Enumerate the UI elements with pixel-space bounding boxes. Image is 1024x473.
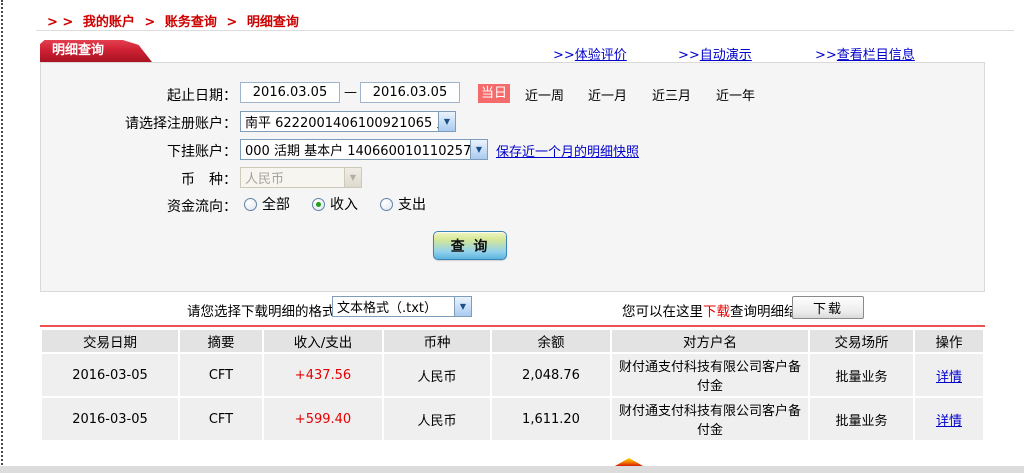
cell-counterparty: 财付通支付科技有限公司客户备付金 [612, 398, 808, 440]
radio-checked-icon[interactable] [312, 198, 325, 211]
radio-flow-expense[interactable]: 支出 [380, 194, 426, 214]
breadcrumb: > > 我的账户 > 账务查询 > 明细查询 [42, 11, 299, 30]
breadcrumb-item-account-query[interactable]: 账务查询 [165, 15, 217, 30]
quick-range-quarter[interactable]: 近三月 [652, 85, 691, 104]
link-prefix: >> [678, 48, 700, 63]
cell-amount: +437.56 [264, 354, 382, 396]
cell-currency: 人民币 [384, 354, 490, 396]
date-range-label: 起止日期： [40, 85, 237, 105]
detail-link[interactable]: 详情 [936, 370, 962, 385]
link-experience-rating[interactable]: >>体验评价 [553, 44, 627, 63]
download-hint: 您可以在这里下载查询明细结果 [622, 300, 811, 320]
date-range-dash: — [344, 85, 357, 100]
header-date: 交易日期 [42, 330, 178, 352]
radio-flow-all[interactable]: 全部 [244, 194, 290, 214]
sub-account-value: 000 活期 基本户 1406600101102571848 [241, 140, 470, 159]
cell-amount: +599.40 [264, 398, 382, 440]
quick-range-week[interactable]: 近一周 [525, 85, 564, 104]
download-format-label: 请您选择下载明细的格式 [187, 300, 336, 320]
chevron-down-icon[interactable]: ▼ [470, 140, 487, 159]
header-counterparty: 对方户名 [612, 330, 808, 352]
date-from-input[interactable] [240, 82, 340, 103]
registered-account-select[interactable]: 南平 6222001406100921065 灵通卡 ▼ [240, 111, 456, 132]
bottom-bar [0, 466, 1024, 473]
detail-query-page: > > 我的账户 > 账务查询 > 明细查询 明细查询 >>体验评价 >>自动演… [0, 0, 1024, 473]
cell-action: 详情 [915, 354, 983, 396]
download-format-select[interactable]: 文本格式（.txt） ▼ [332, 296, 472, 317]
sub-account-select[interactable]: 000 活期 基本户 1406600101102571848 ▼ [240, 139, 488, 160]
table-header-row: 交易日期 摘要 收入/支出 币种 余额 对方户名 交易场所 操作 [42, 330, 983, 352]
link-label[interactable]: 自动演示 [700, 48, 752, 63]
chevron-down-icon: ▼ [344, 168, 361, 187]
fund-flow-radio-group: 全部 收入 支出 [244, 194, 426, 214]
link-prefix: >> [553, 48, 575, 63]
cell-balance: 2,048.76 [492, 354, 610, 396]
cell-action: 详情 [915, 398, 983, 440]
cell-currency: 人民币 [384, 398, 490, 440]
header-currency: 币种 [384, 330, 490, 352]
download-button[interactable]: 下载 [792, 296, 864, 319]
quick-range-today[interactable]: 当日 [478, 84, 510, 103]
header-venue: 交易场所 [810, 330, 913, 352]
breadcrumb-item-my-account[interactable]: 我的账户 [83, 15, 135, 30]
radio-icon[interactable] [244, 198, 257, 211]
breadcrumb-separator: > [144, 15, 155, 30]
radio-flow-income[interactable]: 收入 [312, 194, 358, 214]
link-auto-demo[interactable]: >>自动演示 [678, 44, 752, 63]
breadcrumb-divider [36, 30, 1014, 31]
download-inline-link[interactable]: 下载 [703, 304, 730, 320]
breadcrumb-item-detail-query[interactable]: 明细查询 [247, 15, 299, 30]
cell-counterparty: 财付通支付科技有限公司客户备付金 [612, 354, 808, 396]
table-row: 2016-03-05 CFT +437.56 人民币 2,048.76 财付通支… [42, 354, 983, 396]
header-balance: 余额 [492, 330, 610, 352]
quick-range-month[interactable]: 近一月 [588, 85, 627, 104]
cell-summary: CFT [180, 398, 262, 440]
chevron-down-icon[interactable]: ▼ [454, 297, 471, 316]
link-label[interactable]: 体验评价 [575, 48, 627, 63]
date-to-input[interactable] [360, 82, 460, 103]
table-row: 2016-03-05 CFT +599.40 人民币 1,611.20 财付通支… [42, 398, 983, 440]
currency-label: 币 种： [40, 169, 237, 189]
left-dotted-border [1, 0, 3, 473]
radio-label: 收入 [330, 194, 358, 214]
cell-date: 2016-03-05 [42, 354, 178, 396]
tab-detail-query: 明细查询 [40, 40, 152, 62]
breadcrumb-prefix: > > [47, 15, 73, 30]
cell-venue: 批量业务 [810, 398, 913, 440]
save-monthly-snapshot-link[interactable]: 保存近一个月的明细快照 [496, 141, 639, 160]
link-label[interactable]: 查看栏目信息 [837, 48, 915, 63]
fund-flow-label: 资金流向： [40, 196, 237, 216]
query-button[interactable]: 查 询 [433, 231, 507, 260]
currency-select: 人民币 ▼ [240, 167, 362, 188]
quick-range-year[interactable]: 近一年 [716, 85, 755, 104]
header-action: 操作 [915, 330, 983, 352]
currency-value: 人民币 [241, 168, 344, 187]
table-top-separator [40, 325, 985, 327]
breadcrumb-separator: > [226, 15, 237, 30]
link-prefix: >> [815, 48, 837, 63]
results-table: 交易日期 摘要 收入/支出 币种 余额 对方户名 交易场所 操作 2016-03… [40, 328, 985, 442]
link-view-column-info[interactable]: >>查看栏目信息 [815, 44, 915, 63]
cell-balance: 1,611.20 [492, 398, 610, 440]
download-hint-prefix: 您可以在这里 [622, 304, 703, 320]
tab-title: 明细查询 [52, 43, 104, 58]
radio-icon[interactable] [380, 198, 393, 211]
registered-account-value: 南平 6222001406100921065 灵通卡 [241, 112, 438, 131]
cell-date: 2016-03-05 [42, 398, 178, 440]
radio-label: 全部 [262, 194, 290, 214]
radio-label: 支出 [398, 194, 426, 214]
header-summary: 摘要 [180, 330, 262, 352]
cell-venue: 批量业务 [810, 354, 913, 396]
chevron-down-icon[interactable]: ▼ [438, 112, 455, 131]
detail-link[interactable]: 详情 [936, 414, 962, 429]
registered-account-label: 请选择注册账户： [40, 113, 237, 133]
cell-summary: CFT [180, 354, 262, 396]
download-format-value: 文本格式（.txt） [333, 297, 454, 316]
partial-logo-icon [615, 458, 643, 466]
sub-account-label: 下挂账户： [40, 141, 237, 161]
header-amount: 收入/支出 [264, 330, 382, 352]
